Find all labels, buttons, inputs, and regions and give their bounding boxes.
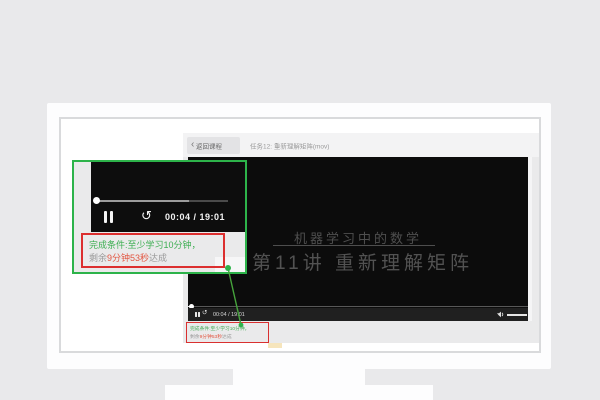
replay-button[interactable]: ↺ (202, 309, 207, 316)
time-display: 00:04 / 19:01 (213, 311, 245, 317)
monitor-stand-neck (233, 369, 365, 385)
completion-remaining-text: 剩余9分钟53秒达成 (190, 333, 232, 340)
inset-completion-condition-text: 完成条件:至少学习10分钟， (89, 238, 201, 251)
inset-progress-buffered (98, 200, 189, 202)
replay-icon: ↺ (141, 209, 152, 224)
video-slide-underline (273, 245, 435, 246)
monitor-stand-base (165, 385, 433, 400)
pause-icon (104, 211, 107, 223)
back-to-course-button[interactable]: ‹ 返回课程 (187, 137, 240, 154)
inset-red-annotation-box: 完成条件:至少学习10分钟， 剩余9分钟53秒达成 (81, 233, 225, 268)
video-slide-subtitle: 第11讲 重新理解矩阵 (252, 248, 473, 275)
chevron-left-icon: ‹ (191, 140, 194, 150)
pause-icon (110, 211, 113, 223)
inset-progress-track (189, 200, 228, 202)
inset-completion-remaining-text: 剩余9分钟53秒达成 (89, 251, 167, 264)
progress-bar[interactable] (188, 306, 528, 307)
player-control-bar: ↺ 00:04 / 19:01 (188, 308, 528, 321)
completion-notice-annotation-box: 完成条件:至少学习10分钟， 剩余9分钟53秒达成 (186, 322, 269, 343)
inset-time-display: 00:04 / 19:01 (165, 212, 225, 222)
magnifier-callout: ↺ 00:04 / 19:01 完成条件:至少学习10分钟， 剩余9分钟53秒达… (72, 160, 247, 274)
inset-video-area: ↺ 00:04 / 19:01 (91, 162, 245, 232)
back-to-course-label: 返回课程 (196, 140, 222, 150)
replay-icon: ↺ (202, 309, 207, 316)
volume-icon[interactable] (497, 311, 505, 318)
completion-condition-text: 完成条件:至少学习10分钟， (190, 325, 249, 332)
pause-icon (195, 312, 197, 317)
inset-progress-handle (93, 197, 100, 204)
task-title: 任务12: 重新理解矩阵(mov) (250, 140, 329, 150)
pause-icon (198, 312, 200, 317)
player-right-gutter (528, 157, 532, 321)
page-header: ‹ 返回课程 任务12: 重新理解矩阵(mov) (183, 133, 539, 157)
highlight-fleck (268, 343, 282, 348)
volume-slider[interactable] (507, 314, 527, 316)
